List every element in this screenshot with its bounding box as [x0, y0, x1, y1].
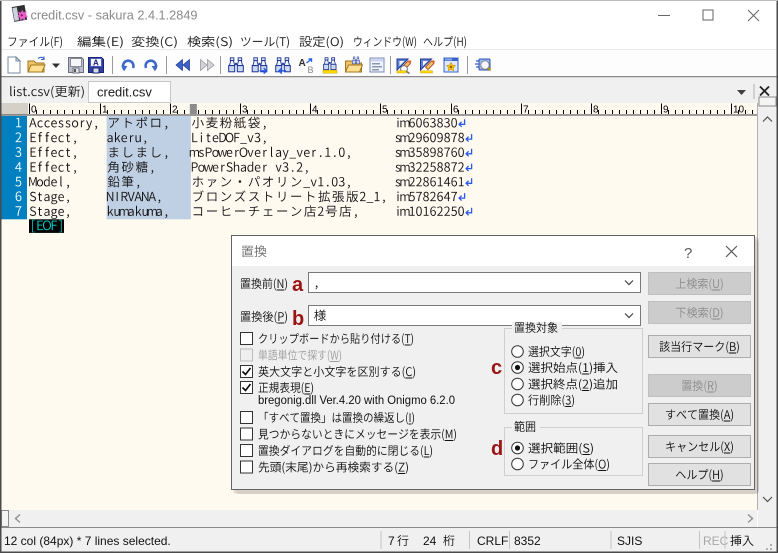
svg-text:CRLF: CRLF: [477, 534, 508, 548]
svg-text:SJIS: SJIS: [617, 534, 642, 548]
svg-text:c: c: [491, 357, 502, 379]
svg-text:A: A: [299, 58, 306, 69]
svg-text:credit.csv - sakura 2.4.1.2849: credit.csv - sakura 2.4.1.2849: [31, 8, 198, 23]
svg-text:b: b: [292, 308, 304, 330]
svg-text:A: A: [93, 59, 99, 68]
svg-text:8352: 8352: [514, 534, 541, 548]
svg-text:a: a: [292, 274, 304, 296]
svg-text:7: 7: [388, 534, 395, 548]
svg-text:24: 24: [423, 534, 437, 548]
svg-text:12 col (84px) * 7 lines select: 12 col (84px) * 7 lines selected.: [4, 534, 171, 548]
svg-text:credit.csv: credit.csv: [97, 85, 152, 100]
svg-text:bregonig.dll Ver.4.20 with Oni: bregonig.dll Ver.4.20 with Onigmo 6.2.0: [258, 395, 455, 407]
svg-text:?: ?: [684, 245, 692, 262]
svg-text:d: d: [491, 438, 503, 460]
svg-text:B: B: [308, 65, 314, 75]
